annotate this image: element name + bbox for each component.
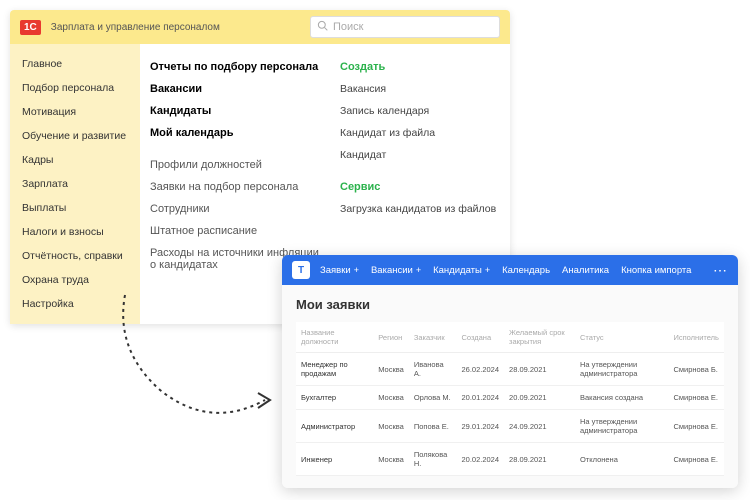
table-row[interactable]: ИнженерМоскваПолякова Н.20.02.202428.09.… [296,443,724,476]
menu-item[interactable]: Профили должностей [150,154,320,176]
sidebar-item[interactable]: Налоги и взносы [10,220,140,244]
table-cell: Инженер [296,443,373,476]
table-cell: 26.02.2024 [456,353,504,386]
table-cell: Смирнова Е. [668,386,724,410]
header-bar: 1C Зарплата и управление персоналом Поис… [10,10,510,44]
nav-item[interactable]: Календарь [502,265,550,276]
menu-item[interactable]: Штатное расписание [150,220,320,242]
action-link[interactable]: Вакансия [340,78,500,100]
search-placeholder: Поиск [333,21,363,33]
menu-item[interactable]: Кандидаты [150,100,320,122]
sidebar-item[interactable]: Подбор персонала [10,76,140,100]
search-input[interactable]: Поиск [310,16,500,38]
table-cell: На утверждении администратора [575,353,669,386]
table-cell: Москва [373,353,409,386]
table-row[interactable]: БухгалтерМоскваОрлова М.20.01.202420.09.… [296,386,724,410]
column-header[interactable]: Статус [575,322,669,353]
sidebar-item[interactable]: Зарплата [10,172,140,196]
search-icon [317,20,328,34]
plus-icon[interactable]: + [354,265,359,275]
plus-icon[interactable]: + [485,265,490,275]
sidebar-item[interactable]: Обучение и развитие [10,124,140,148]
action-link[interactable]: Кандидат [340,144,500,166]
requests-table: Название должностиРегионЗаказчикСозданаЖ… [296,322,724,476]
page-title: Мои заявки [296,297,724,312]
nav-item[interactable]: Вакансии+ [371,265,421,276]
sidebar-item[interactable]: Мотивация [10,100,140,124]
table-cell: Попова Е. [409,410,457,443]
table-cell: Смирнова Б. [668,353,724,386]
action-link[interactable]: Запись календаря [340,100,500,122]
sidebar-item[interactable]: Кадры [10,148,140,172]
menu-item[interactable]: Заявки на подбор персонала [150,176,320,198]
plus-icon[interactable]: + [416,265,421,275]
table-cell: Бухгалтер [296,386,373,410]
sidebar-item[interactable]: Выплаты [10,196,140,220]
logo: 1C [20,20,43,35]
more-icon[interactable]: ⋯ [713,262,728,279]
menu-item[interactable]: Мой календарь [150,122,320,144]
header-bar: T Заявки+ Вакансии+ Кандидаты+ Календарь Ана… [282,255,738,285]
column-header[interactable]: Название должности [296,322,373,353]
sidebar-item[interactable]: Настройка [10,292,140,316]
column-header[interactable]: Желаемый срок закрытия [504,322,575,353]
table-cell: Москва [373,410,409,443]
table-cell: 29.01.2024 [456,410,504,443]
column-header[interactable]: Заказчик [409,322,457,353]
table-cell: Москва [373,443,409,476]
menu-item[interactable]: Вакансии [150,78,320,100]
table-cell: 28.09.2021 [504,443,575,476]
column-header[interactable]: Регион [373,322,409,353]
table-cell: 20.01.2024 [456,386,504,410]
sidebar: ГлавноеПодбор персоналаМотивацияОбучение… [10,44,140,324]
table-cell: Орлова М. [409,386,457,410]
table-cell: Менеджер по продажам [296,353,373,386]
logo-badge: 1C [20,20,41,35]
table-cell: Отклонена [575,443,669,476]
logo: T [292,261,310,279]
table-row[interactable]: АдминистраторМоскваПопова Е.29.01.202424… [296,410,724,443]
column-header[interactable]: Создана [456,322,504,353]
section-title: Сервис [340,176,500,198]
table-cell: Смирнова Е. [668,443,724,476]
table-cell: Администратор [296,410,373,443]
section-title: Создать [340,56,500,78]
sidebar-item[interactable]: Главное [10,52,140,76]
sidebar-item[interactable]: Отчётность, справки [10,244,140,268]
nav-item[interactable]: Кнопка импорта [621,265,691,276]
menu-item[interactable]: Сотрудники [150,198,320,220]
app-talantix-window: T Заявки+ Вакансии+ Кандидаты+ Календарь Ана… [282,255,738,488]
table-cell: 20.02.2024 [456,443,504,476]
column-header[interactable]: Исполнитель [668,322,724,353]
action-link[interactable]: Загрузка кандидатов из файлов [340,198,500,220]
table-cell: Полякова Н. [409,443,457,476]
nav-item[interactable]: Заявки+ [320,265,359,276]
table-cell: 20.09.2021 [504,386,575,410]
nav-item[interactable]: Аналитика [562,265,609,276]
app-title: Зарплата и управление персоналом [51,22,310,33]
menu-item[interactable]: Отчеты по подбору персонала [150,56,320,78]
table-row[interactable]: Менеджер по продажамМоскваИванова А.26.0… [296,353,724,386]
table-cell: На утверждении администратора [575,410,669,443]
table-cell: 24.09.2021 [504,410,575,443]
table-cell: Иванова А. [409,353,457,386]
table-cell: Москва [373,386,409,410]
table-cell: Вакансия создана [575,386,669,410]
table-cell: Смирнова Е. [668,410,724,443]
sidebar-item[interactable]: Охрана труда [10,268,140,292]
action-link[interactable]: Кандидат из файла [340,122,500,144]
nav-item[interactable]: Кандидаты+ [433,265,490,276]
table-cell: 28.09.2021 [504,353,575,386]
